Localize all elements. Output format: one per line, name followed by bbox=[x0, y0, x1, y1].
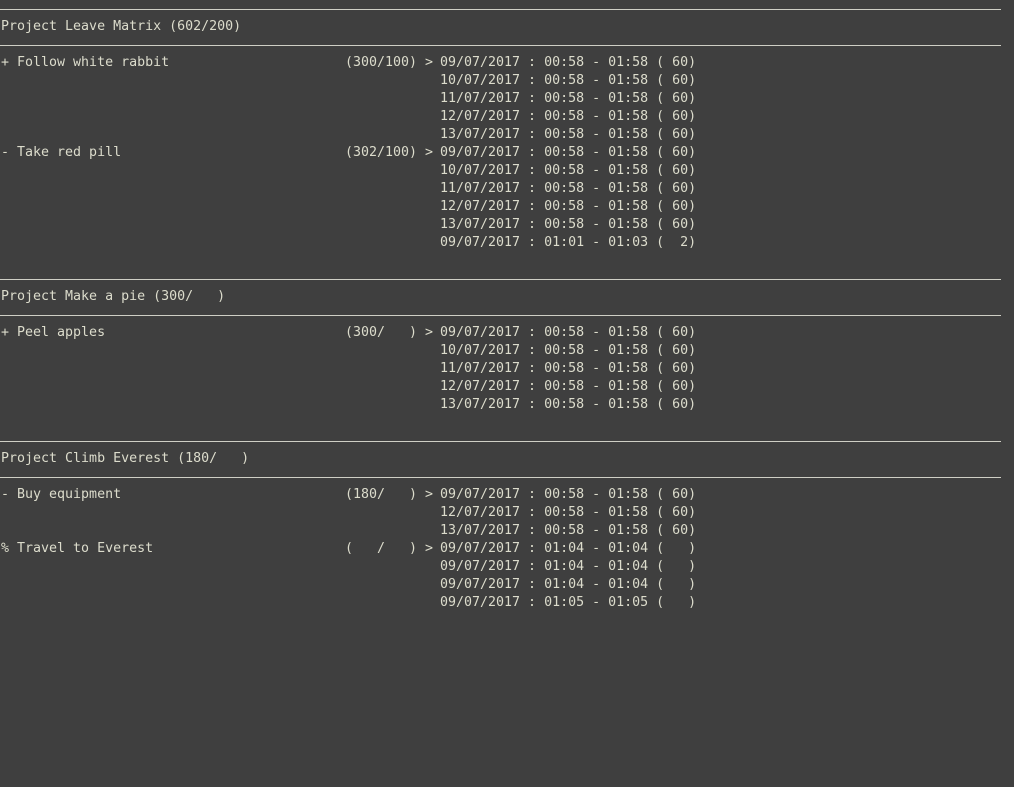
time-entry-row: 11/07/2017 : 00:58 - 01:58 ( 60) bbox=[0, 180, 1001, 198]
task-arrow: > bbox=[425, 145, 434, 160]
time-entry[interactable]: 10/07/2017 : 00:58 - 01:58 ( 60) bbox=[440, 162, 696, 180]
time-entry-row: 12/07/2017 : 00:58 - 01:58 ( 60) bbox=[0, 378, 1001, 396]
time-entry[interactable]: 09/07/2017 : 00:58 - 01:58 ( 60) bbox=[440, 486, 696, 504]
time-entry-row: 11/07/2017 : 00:58 - 01:58 ( 60) bbox=[0, 90, 1001, 108]
time-entry[interactable]: 12/07/2017 : 00:58 - 01:58 ( 60) bbox=[440, 198, 696, 216]
task-totals: (300/ ) bbox=[345, 325, 418, 340]
time-entry[interactable]: 09/07/2017 : 01:04 - 01:04 ( ) bbox=[440, 576, 696, 594]
task-label[interactable]: - Take red pill bbox=[1, 144, 121, 162]
task-arrow: > bbox=[425, 325, 434, 340]
time-entry-row: 13/07/2017 : 00:58 - 01:58 ( 60) bbox=[0, 126, 1001, 144]
time-entry-row: 13/07/2017 : 00:58 - 01:58 ( 60) bbox=[0, 396, 1001, 414]
time-entry[interactable]: 13/07/2017 : 00:58 - 01:58 ( 60) bbox=[440, 522, 696, 540]
project-header[interactable]: Project Make a pie (300/ ) bbox=[1, 288, 225, 306]
time-entry-row: 09/07/2017 : 01:05 - 01:05 ( ) bbox=[0, 594, 1001, 612]
time-entry[interactable]: 12/07/2017 : 00:58 - 01:58 ( 60) bbox=[440, 108, 696, 126]
task-totals: (302/100) bbox=[345, 145, 418, 160]
time-entry-row: % Travel to Everest ( / ) >09/07/2017 : 01… bbox=[0, 540, 1001, 558]
task-totals: (180/ ) bbox=[345, 487, 418, 502]
time-entry-row: - Buy equipment (180/ ) >09/07/2017 : 00:5… bbox=[0, 486, 1001, 504]
time-entry[interactable]: 09/07/2017 : 00:58 - 01:58 ( 60) bbox=[440, 324, 696, 342]
time-entry-row: 13/07/2017 : 00:58 - 01:58 ( 60) bbox=[0, 216, 1001, 234]
time-entry[interactable]: 09/07/2017 : 00:58 - 01:58 ( 60) bbox=[440, 54, 696, 72]
time-entry-row: + Follow white rabbit (300/100) >09/07/201… bbox=[0, 54, 1001, 72]
time-entry[interactable]: 09/07/2017 : 00:58 - 01:58 ( 60) bbox=[440, 144, 696, 162]
time-entry[interactable]: 12/07/2017 : 00:58 - 01:58 ( 60) bbox=[440, 378, 696, 396]
section-divider bbox=[0, 279, 1001, 280]
time-entry-row: 11/07/2017 : 00:58 - 01:58 ( 60) bbox=[0, 360, 1001, 378]
time-entry[interactable]: 10/07/2017 : 00:58 - 01:58 ( 60) bbox=[440, 72, 696, 90]
time-entry-row: 13/07/2017 : 00:58 - 01:58 ( 60) bbox=[0, 522, 1001, 540]
task-arrow: > bbox=[425, 487, 434, 502]
task-label[interactable]: + Follow white rabbit bbox=[1, 54, 169, 72]
task-label[interactable]: + Peel apples bbox=[1, 324, 105, 342]
time-entry[interactable]: 13/07/2017 : 00:58 - 01:58 ( 60) bbox=[440, 126, 696, 144]
task-totals: (300/100) bbox=[345, 55, 418, 70]
section-divider bbox=[0, 441, 1001, 442]
section-divider bbox=[0, 477, 1001, 478]
task-label[interactable]: % Travel to Everest bbox=[1, 540, 153, 558]
section-divider bbox=[0, 315, 1001, 316]
time-entry[interactable]: 13/07/2017 : 00:58 - 01:58 ( 60) bbox=[440, 396, 696, 414]
terminal-screen: Project Leave Matrix (602/200) + Follow w… bbox=[0, 0, 1014, 787]
time-entry[interactable]: 10/07/2017 : 00:58 - 01:58 ( 60) bbox=[440, 342, 696, 360]
time-entry-row: 10/07/2017 : 00:58 - 01:58 ( 60) bbox=[0, 342, 1001, 360]
time-entry-row: 10/07/2017 : 00:58 - 01:58 ( 60) bbox=[0, 72, 1001, 90]
time-entry-row: 10/07/2017 : 00:58 - 01:58 ( 60) bbox=[0, 162, 1001, 180]
project-header[interactable]: Project Climb Everest (180/ ) bbox=[1, 450, 249, 468]
time-entry-row: 12/07/2017 : 00:58 - 01:58 ( 60) bbox=[0, 198, 1001, 216]
task-arrow: > bbox=[425, 541, 434, 556]
time-entry-row: - Take red pill (302/100) >09/07/2017 : 00… bbox=[0, 144, 1001, 162]
time-entry-row: + Peel apples (300/ ) >09/07/2017 : 00:58 … bbox=[0, 324, 1001, 342]
time-entry-row: 12/07/2017 : 00:58 - 01:58 ( 60) bbox=[0, 108, 1001, 126]
time-entry[interactable]: 09/07/2017 : 01:01 - 01:03 ( 2) bbox=[440, 234, 696, 252]
project-header[interactable]: Project Leave Matrix (602/200) bbox=[1, 18, 241, 36]
time-entry-row: 09/07/2017 : 01:04 - 01:04 ( ) bbox=[0, 558, 1001, 576]
time-entry[interactable]: 11/07/2017 : 00:58 - 01:58 ( 60) bbox=[440, 90, 696, 108]
time-entry[interactable]: 13/07/2017 : 00:58 - 01:58 ( 60) bbox=[440, 216, 696, 234]
task-arrow: > bbox=[425, 55, 434, 70]
time-entry-row: 12/07/2017 : 00:58 - 01:58 ( 60) bbox=[0, 504, 1001, 522]
time-entry[interactable]: 11/07/2017 : 00:58 - 01:58 ( 60) bbox=[440, 360, 696, 378]
time-entry[interactable]: 09/07/2017 : 01:04 - 01:04 ( ) bbox=[440, 558, 696, 576]
time-entry-row: 09/07/2017 : 01:04 - 01:04 ( ) bbox=[0, 576, 1001, 594]
time-entry[interactable]: 09/07/2017 : 01:05 - 01:05 ( ) bbox=[440, 594, 696, 612]
task-totals: ( / ) bbox=[345, 541, 418, 556]
section-divider bbox=[0, 9, 1001, 10]
section-divider bbox=[0, 45, 1001, 46]
time-entry[interactable]: 12/07/2017 : 00:58 - 01:58 ( 60) bbox=[440, 504, 696, 522]
time-entry[interactable]: 11/07/2017 : 00:58 - 01:58 ( 60) bbox=[440, 180, 696, 198]
time-entry[interactable]: 09/07/2017 : 01:04 - 01:04 ( ) bbox=[440, 540, 696, 558]
time-entry-row: 09/07/2017 : 01:01 - 01:03 ( 2) bbox=[0, 234, 1001, 252]
task-label[interactable]: - Buy equipment bbox=[1, 486, 121, 504]
